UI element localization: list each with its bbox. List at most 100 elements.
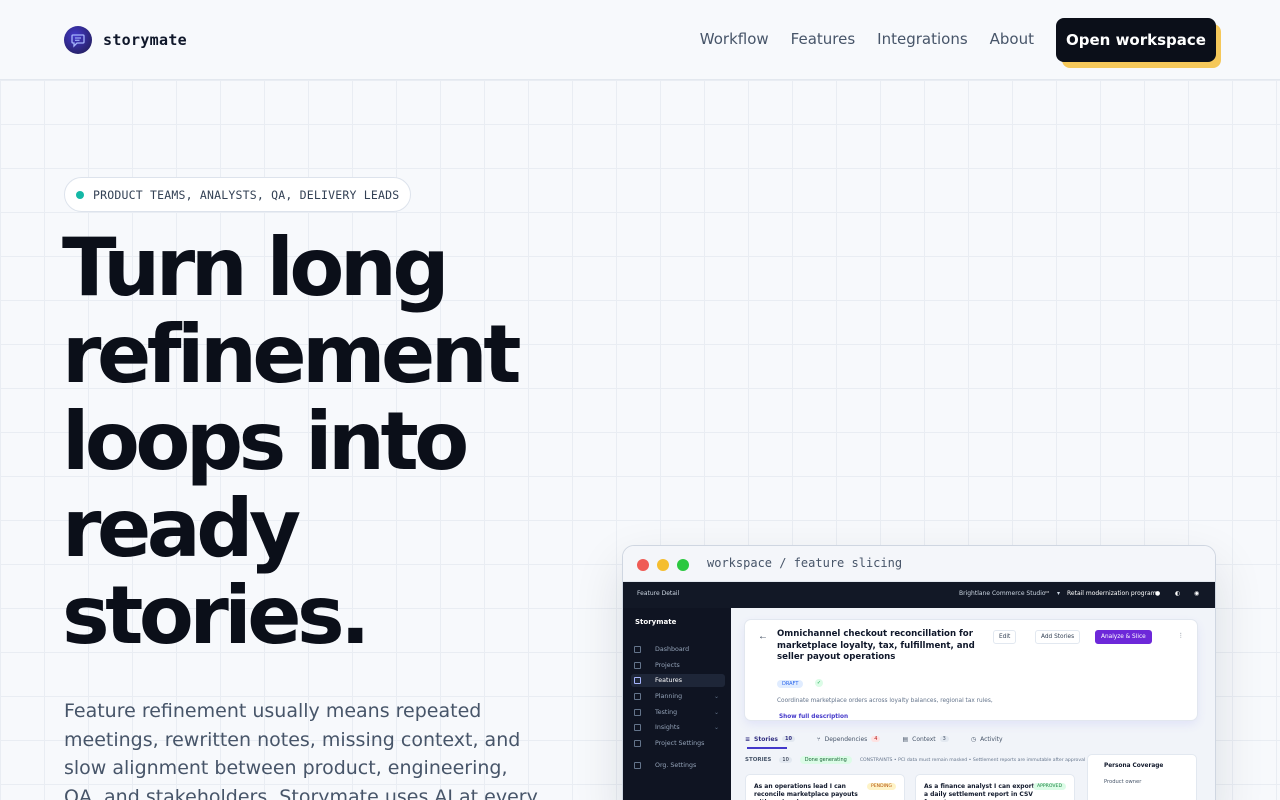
tab-dependencies[interactable]: ⑂ Dependencies 4 (817, 732, 881, 746)
stories-tab-icon: ≡ (745, 735, 751, 743)
story-text: As a finance analyst I can export a dail… (924, 783, 1035, 800)
hero-lede: Feature refinement usually means repeate… (64, 700, 538, 800)
analyze-slice-button[interactable]: Analyze & Slice (1095, 630, 1152, 644)
app-sidebar: Storymate Dashboard Projects Features Pl… (623, 608, 731, 800)
sidebar-item-dashboard[interactable]: Dashboard (631, 643, 725, 656)
sidebar-item-planning[interactable]: Planning ⌄ (631, 690, 725, 703)
hero-headline: Turn long refinement loops into ready st… (62, 221, 521, 662)
tab-label: Activity (980, 735, 1003, 743)
feature-title: Omnichannel checkout reconcillation for … (777, 629, 975, 662)
audience-text: PRODUCT TEAMS, ANALYSTS, QA, DELIVERY LE… (93, 187, 400, 202)
more-options-icon[interactable]: ⋮ (1173, 630, 1189, 644)
stories-status-row: STORIES 10 Done generating CONSTRAINTS •… (745, 756, 1085, 764)
open-workspace-button[interactable]: Open workspace (1056, 18, 1216, 62)
persona-coverage-panel: Persona Coverage Product owner (1087, 754, 1197, 800)
tab-count: 4 (871, 736, 881, 742)
dashboard-icon (634, 646, 641, 653)
sidebar-label: Insights (655, 724, 680, 731)
site-header: storymate Workflow Features Integrations… (0, 0, 1280, 80)
chevron-down-icon: ⌄ (713, 724, 719, 731)
chart-icon (634, 724, 641, 731)
active-tab-indicator (747, 747, 787, 749)
brand[interactable]: storymate (64, 26, 187, 54)
check-icon: ✓ (815, 679, 823, 687)
minimize-dot-icon (657, 559, 669, 571)
clock-icon: ◷ (970, 735, 977, 743)
sidebar-item-org-settings[interactable]: Org. Settings (631, 759, 725, 772)
topbar-section: Feature Detail (637, 590, 680, 597)
pending-badge: PENDING (867, 783, 896, 790)
app-topbar: Feature Detail Brightlane Commerce Studi… (623, 582, 1215, 608)
tab-label: Dependencies (824, 735, 868, 743)
sidebar-item-testing[interactable]: Testing ⌄ (631, 706, 725, 719)
sidebar-label: Projects (655, 662, 680, 669)
chevron-down-icon: ▾ (1057, 590, 1061, 597)
sidebar-item-features[interactable]: Features (631, 674, 725, 687)
sidebar-brand: Storymate (635, 618, 677, 626)
tab-label: Context (912, 735, 936, 743)
sidebar-label: Planning (655, 693, 683, 700)
moon-icon[interactable]: ◐ (1175, 590, 1180, 597)
sidebar-label: Features (655, 677, 683, 684)
bell-icon[interactable]: ● (1155, 590, 1160, 597)
user-icon[interactable]: ◉ (1194, 590, 1199, 597)
checklist-icon (634, 709, 641, 716)
dependencies-icon: ⑂ (816, 735, 821, 743)
edit-button[interactable]: Edit (993, 630, 1017, 644)
show-full-description-link[interactable]: Show full description (779, 714, 848, 720)
feature-description: Coordinate marketplace orders across loy… (777, 698, 993, 704)
approved-badge: APPROVED (1033, 783, 1066, 790)
feature-detail-main: ← Omnichannel checkout reconcillation fo… (731, 608, 1215, 800)
folder-icon (634, 662, 641, 669)
chevron-down-icon: ⌄ (713, 693, 719, 700)
tab-count: 10 (782, 736, 795, 742)
tab-label: Stories (754, 735, 778, 743)
add-stories-button[interactable]: Add Stories (1035, 630, 1081, 644)
tab-count: 3 (939, 736, 949, 742)
sidebar-item-insights[interactable]: Insights ⌄ (631, 721, 725, 734)
story-card[interactable]: As a finance analyst I can export a dail… (915, 774, 1075, 800)
nav-about[interactable]: About (990, 30, 1034, 48)
settings-icon (634, 740, 641, 747)
folder-icon: ▭ (1045, 590, 1050, 595)
topbar-program[interactable]: Retail modernization program (1067, 590, 1157, 597)
sidebar-label: Testing (655, 709, 678, 716)
calendar-icon (634, 693, 641, 700)
nav-workflow[interactable]: Workflow (700, 30, 769, 48)
story-card[interactable]: As an operations lead I can reconcile ma… (745, 774, 905, 800)
chevron-down-icon: ⌄ (713, 709, 719, 716)
sidebar-label: Project Settings (655, 740, 705, 747)
status-badge: DRAFT (777, 680, 804, 688)
window-title: workspace / feature slicing (707, 556, 903, 570)
storymate-logo-icon (64, 26, 92, 54)
main-nav: Workflow Features Integrations About (700, 30, 1034, 48)
nav-features[interactable]: Features (791, 30, 856, 48)
document-icon: ▤ (902, 735, 909, 743)
persona-item[interactable]: Product owner (1104, 779, 1141, 785)
status-dot-icon (76, 190, 84, 199)
window-titlebar: workspace / feature slicing (623, 546, 1215, 582)
sidebar-item-projects[interactable]: Projects (631, 659, 725, 672)
tab-activity[interactable]: ◷ Activity (971, 732, 1003, 746)
back-arrow-icon[interactable]: ← (758, 631, 768, 642)
workspace-preview-window: workspace / feature slicing Feature Deta… (622, 545, 1216, 800)
close-dot-icon (637, 559, 649, 571)
sparkle-icon (634, 677, 641, 684)
sidebar-item-project-settings[interactable]: Project Settings (631, 737, 725, 750)
audience-badge: PRODUCT TEAMS, ANALYSTS, QA, DELIVERY LE… (64, 177, 412, 212)
sidebar-label: Dashboard (655, 646, 690, 653)
topbar-org[interactable]: Brightlane Commerce Studio (959, 590, 1046, 597)
persona-title: Persona Coverage (1104, 763, 1164, 769)
tab-context[interactable]: ▤ Context 3 (902, 732, 949, 746)
building-icon (634, 762, 641, 769)
stories-label: STORIES (745, 757, 772, 763)
done-generating-badge: Done generating (799, 756, 852, 764)
maximize-dot-icon (677, 559, 689, 571)
nav-integrations[interactable]: Integrations (877, 30, 967, 48)
tab-stories[interactable]: ≡ Stories 10 (745, 732, 795, 746)
feature-card: ← Omnichannel checkout reconcillation fo… (745, 620, 1197, 720)
feature-tabs: ≡ Stories 10 ⑂ Dependencies 4 ▤ Context 3 ◷ Act… (745, 732, 1003, 746)
brand-name: storymate (103, 31, 187, 49)
constraints-text: CONSTRAINTS • PCI data must remain maske… (859, 757, 1086, 763)
stories-count: 10 (779, 757, 792, 763)
